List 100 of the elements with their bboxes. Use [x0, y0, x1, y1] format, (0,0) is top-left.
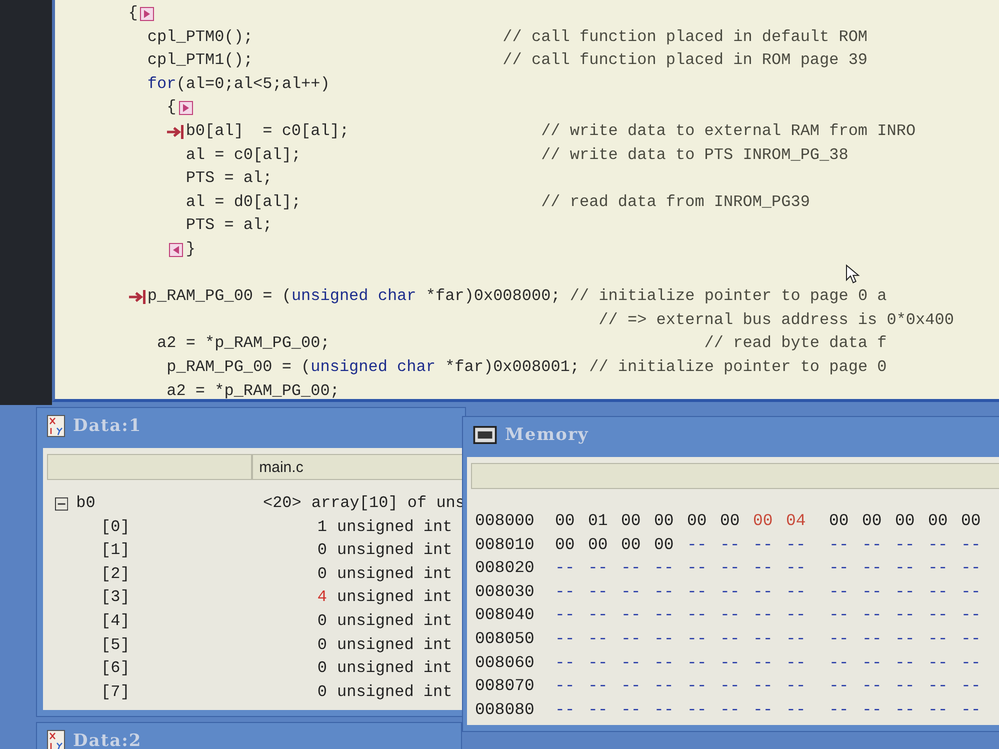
memory-byte: --: [961, 534, 982, 556]
memory-byte: --: [654, 580, 675, 603]
memory-byte: --: [621, 604, 642, 626]
memory-byte: --: [555, 604, 576, 626]
memory-byte: --: [895, 604, 916, 626]
memory-address: 008000: [475, 510, 536, 532]
collapse-icon[interactable]: [55, 497, 68, 511]
header-field[interactable]: [47, 454, 252, 480]
memory-byte: --: [621, 698, 642, 721]
memory-byte: --: [654, 652, 675, 674]
code-comment: // call function placed in ROM page 39: [502, 50, 868, 72]
memory-byte: --: [687, 675, 708, 698]
memory-byte: 00: [555, 534, 576, 556]
memory-byte: --: [555, 698, 576, 721]
memory-byte: --: [895, 652, 916, 674]
memory-byte: --: [862, 675, 883, 698]
memory-byte: --: [753, 604, 774, 626]
memory-byte: --: [862, 534, 883, 556]
memory-byte: 00: [555, 510, 576, 532]
file-name-field[interactable]: main.c: [252, 454, 465, 480]
window-title: Data:1: [73, 416, 142, 436]
memory-byte: --: [895, 557, 916, 580]
memory-byte: 00: [588, 534, 609, 556]
memory-byte: --: [928, 580, 949, 603]
code-text: al = c0[al];: [186, 144, 302, 166]
memory-byte: --: [621, 675, 642, 698]
memory-byte: 04: [786, 510, 807, 532]
memory-byte: --: [654, 557, 675, 580]
memory-byte: --: [895, 698, 916, 721]
memory-byte: --: [588, 698, 609, 721]
memory-byte: 00: [895, 510, 916, 532]
memory-byte: --: [753, 580, 774, 603]
variable-name: [4]: [100, 610, 131, 632]
memory-byte: --: [786, 675, 807, 698]
memory-address: 008080: [475, 698, 536, 721]
variable-value: 0: [316, 564, 328, 585]
variable-value: 0: [316, 610, 328, 632]
code-comment: // read data from INROM_PG39: [541, 192, 810, 213]
variable-name: [3]: [100, 587, 131, 608]
memory-byte: 01: [588, 510, 609, 532]
chip-icon: [473, 426, 497, 444]
memory-byte: --: [786, 652, 807, 674]
memory-byte: --: [720, 652, 741, 674]
memory-byte: --: [829, 652, 850, 674]
memory-byte: --: [687, 604, 708, 626]
memory-byte: --: [862, 698, 883, 721]
memory-byte: --: [588, 628, 609, 650]
variable-name: b0: [76, 493, 96, 514]
memory-byte: --: [654, 628, 675, 650]
variable-name: [2]: [100, 564, 131, 585]
memory-byte: --: [961, 675, 982, 698]
memory-byte: --: [753, 675, 774, 698]
code-comment: // write data to PTS INROM_PG_38: [541, 144, 848, 166]
fold-marker-icon[interactable]: [140, 6, 154, 21]
variable-value: 0: [316, 682, 328, 703]
variable-value: 0: [316, 658, 328, 680]
variable-value: 4: [316, 587, 328, 608]
memory-byte: --: [588, 557, 609, 580]
address-field[interactable]: [471, 463, 999, 489]
memory-byte: --: [687, 557, 708, 580]
variable-type: unsigned int: [337, 516, 452, 538]
code-comment: // initialize pointer to page 0 a: [570, 286, 887, 308]
memory-byte: --: [928, 604, 949, 626]
variable-name: [6]: [100, 658, 131, 680]
memory-byte: 00: [621, 534, 642, 556]
memory-byte: --: [895, 628, 916, 650]
memory-byte: --: [928, 628, 949, 650]
variable-type: unsigned int: [337, 682, 452, 703]
memory-address: 008020: [475, 557, 536, 580]
memory-byte: --: [928, 534, 949, 556]
execution-arrow-icon: [128, 290, 147, 304]
memory-byte: --: [720, 557, 741, 580]
memory-byte: --: [829, 675, 850, 698]
memory-byte: 00: [720, 510, 741, 532]
memory-byte: --: [753, 557, 774, 580]
memory-byte: --: [829, 534, 850, 556]
memory-address: 008070: [475, 675, 536, 698]
code-text: p_RAM_PG_00 = (: [166, 356, 311, 378]
memory-byte: --: [961, 604, 982, 626]
variable-type: unsigned int: [337, 658, 452, 680]
watch-window-icon: [47, 415, 65, 437]
code-text: }: [186, 238, 196, 260]
fold-marker-icon[interactable]: [169, 242, 184, 257]
memory-byte: --: [786, 557, 807, 580]
memory-byte: --: [928, 652, 949, 674]
memory-byte: --: [555, 675, 576, 698]
memory-byte: --: [862, 604, 883, 626]
window-title: Data:2: [73, 731, 142, 749]
memory-byte: 00: [862, 510, 883, 532]
memory-byte: 00: [687, 510, 708, 532]
fold-marker-icon[interactable]: [178, 101, 193, 116]
memory-byte: --: [961, 628, 982, 650]
keyword-text: unsigned char: [310, 356, 436, 378]
keyword-text: for: [147, 74, 176, 95]
memory-byte: --: [687, 534, 708, 556]
memory-byte: --: [621, 652, 642, 674]
memory-byte: --: [829, 580, 850, 603]
window-title: Memory: [505, 425, 589, 445]
memory-byte: --: [621, 580, 642, 603]
code-text: al = d0[al];: [186, 192, 302, 213]
